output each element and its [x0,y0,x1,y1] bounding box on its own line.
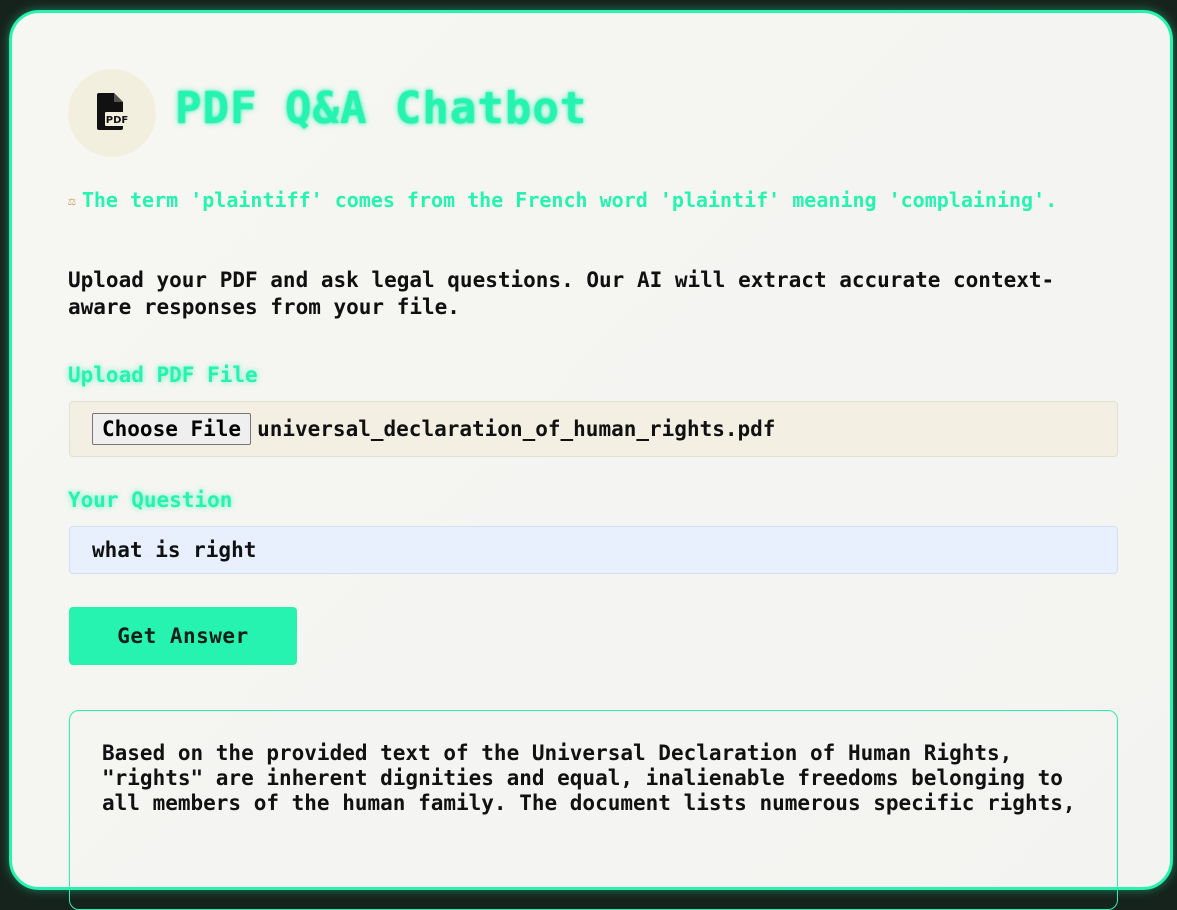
svg-text:PDF: PDF [106,115,128,126]
main-card: PDF PDF Q&A Chatbot ⚖ The term 'plaintiff… [9,10,1173,910]
balance-scale-icon: ⚖ [68,194,76,209]
question-label: Your Question [68,488,233,512]
fun-fact-text: The term 'plaintiff' comes from the Fren… [81,188,1058,212]
fun-fact: ⚖ The term 'plaintiff' comes from the Fre… [68,189,1058,213]
page-title: PDF Q&A Chatbot [175,83,588,134]
selected-file-name: universal_declaration_of_human_rights.pd… [257,417,776,441]
answer-text: Based on the provided text of the Univer… [102,741,1076,815]
answer-panel: Based on the provided text of the Univer… [69,710,1118,910]
pdf-file-icon: PDF [95,92,129,134]
choose-file-button[interactable]: Choose File [92,413,252,445]
logo: PDF [68,69,156,157]
upload-label: Upload PDF File [68,363,258,387]
get-answer-button[interactable]: Get Answer [69,607,297,665]
question-input[interactable]: what is right [69,526,1118,574]
file-upload-field[interactable]: Choose File universal_declaration_of_hum… [69,401,1118,457]
intro-text: Upload your PDF and ask legal questions.… [68,268,1055,319]
